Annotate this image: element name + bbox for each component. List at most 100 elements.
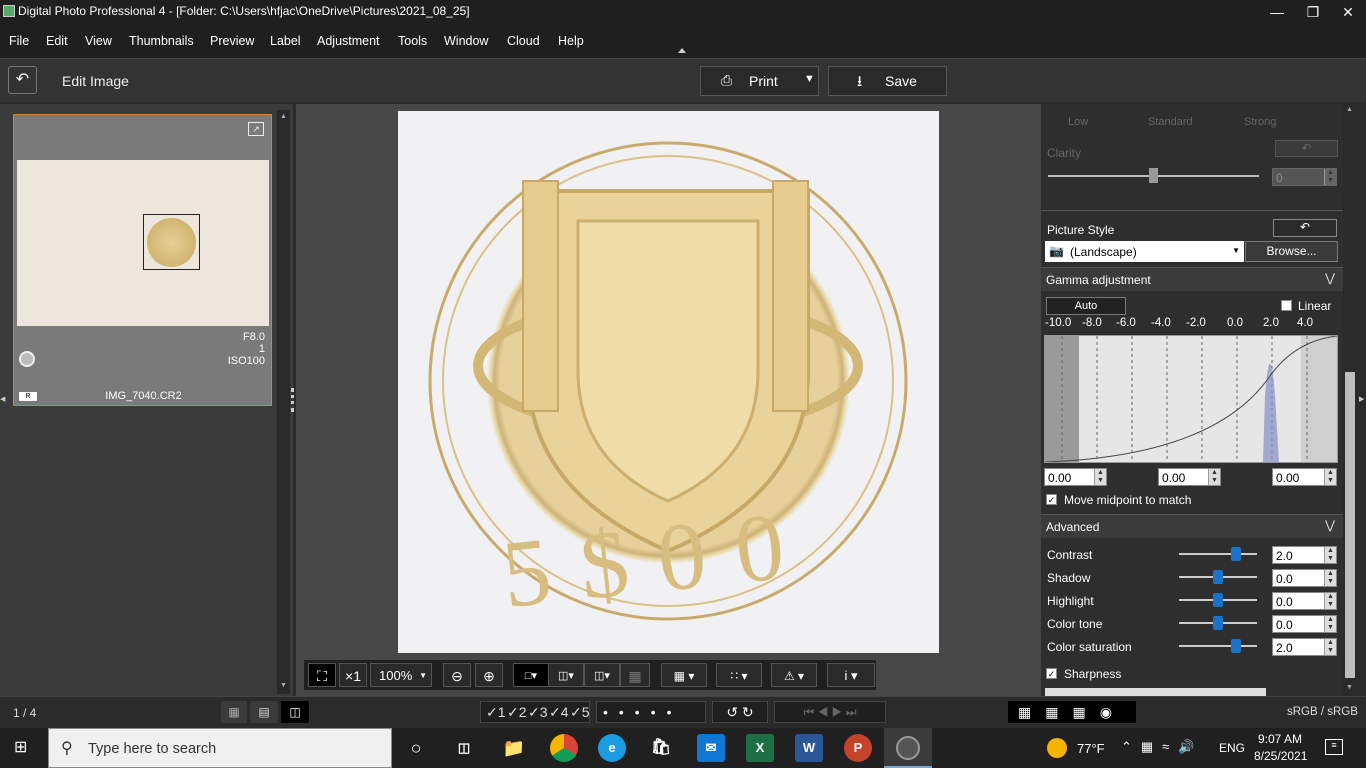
grid-icon[interactable]: ▦ ▾ [661, 663, 707, 687]
powerpoint-icon[interactable]: P [844, 734, 872, 762]
panel-splitter[interactable] [291, 388, 294, 412]
menu-view[interactable]: View [85, 34, 112, 48]
advanced-value-field[interactable]: 2.0 ▲ ▼ [1272, 638, 1337, 656]
picture-style-reset-icon[interactable]: ↶ [1273, 219, 1337, 237]
star-rating-dots[interactable]: ••••• [596, 701, 706, 723]
gamma-auto-button[interactable]: Auto [1046, 297, 1126, 315]
move-midpoint-checkbox[interactable]: ✓ [1046, 494, 1057, 505]
store-icon[interactable]: 🛍 [647, 734, 675, 762]
spinner-arrows-icon[interactable]: ▲ ▼ [1324, 469, 1336, 485]
scroll-down-icon[interactable]: ▼ [1346, 684, 1353, 691]
advanced-slider-knob[interactable] [1230, 547, 1241, 561]
navigation-icons[interactable]: ⏮ ◀ ▶ ⏭ [774, 701, 886, 723]
spinner-arrows-icon[interactable]: ▲ ▼ [1324, 593, 1336, 609]
rating-1[interactable]: ✓1 [486, 704, 506, 721]
palette-scrollbar[interactable]: ▲ ▼ [1343, 104, 1357, 696]
collapse-chevron-icon[interactable]: ⋁ [1325, 271, 1335, 285]
advanced-slider-track[interactable] [1179, 645, 1257, 647]
advanced-slider-knob[interactable] [1213, 593, 1223, 607]
highlight-alert-icon[interactable]: ⚠ ▾ [771, 663, 817, 687]
expand-icon[interactable]: ↗ [248, 122, 264, 136]
single-view-icon[interactable]: □▾ [513, 663, 549, 687]
menu-help[interactable]: Help [558, 34, 584, 48]
thumbnail-scrollbar[interactable]: ▲ ▼ [277, 110, 290, 694]
notifications-icon[interactable]: ≡ [1325, 739, 1343, 755]
panel-left-arrow-icon[interactable]: ◀ [0, 395, 5, 403]
picture-style-select[interactable]: 📷 (Landscape) ▼ [1045, 241, 1244, 262]
af-points-icon[interactable]: ∷ ▾ [716, 663, 762, 687]
sync-view-icon[interactable]: ▦ [620, 663, 650, 687]
spinner-arrows-icon[interactable]: ▲ ▼ [1324, 547, 1336, 563]
scroll-down-icon[interactable]: ▼ [280, 682, 287, 689]
clarity-reset-icon[interactable]: ↶ [1275, 140, 1338, 157]
menu-adjustment[interactable]: Adjustment [317, 34, 380, 48]
edge-icon[interactable]: e [598, 734, 626, 762]
advanced-slider-knob[interactable] [1230, 639, 1241, 653]
advanced-slider-track[interactable] [1179, 553, 1257, 555]
split-view-icon[interactable]: ◫▾ [584, 663, 620, 687]
gamma-black-field[interactable]: 0.00 ▲ ▼ [1044, 468, 1107, 486]
advanced-value-field[interactable]: 0.0 ▲ ▼ [1272, 615, 1337, 633]
spinner-arrows-icon[interactable]: ▲ ▼ [1324, 616, 1336, 632]
task-view-icon[interactable]: ◫ [450, 734, 478, 762]
rotate-icons[interactable]: ↺ ↻ [712, 701, 768, 723]
menu-label[interactable]: Label [270, 34, 301, 48]
advanced-slider-knob[interactable] [1213, 616, 1223, 630]
preview-image[interactable]: 5$00 [398, 111, 939, 653]
list-view-icon[interactable]: ▤ [250, 701, 278, 723]
gamma-white-field[interactable]: 0.00 ▲ ▼ [1272, 468, 1337, 486]
chrome-icon[interactable] [550, 734, 578, 762]
menu-thumbnails[interactable]: Thumbnails [129, 34, 194, 48]
spinner-arrows-icon[interactable]: ▲ ▼ [1324, 169, 1336, 185]
tray-icons[interactable]: ⌃▦≈🔊 [1121, 739, 1204, 755]
gamma-histogram[interactable] [1044, 335, 1338, 463]
word-icon[interactable]: W [795, 734, 823, 762]
spinner-arrows-icon[interactable]: ▲ ▼ [1094, 469, 1106, 485]
collapse-toolbar-icon[interactable] [678, 48, 686, 53]
edit-view-icon[interactable]: ◫ [281, 701, 309, 723]
grid-view-icon[interactable]: ▦ [221, 701, 247, 723]
chevron-down-icon[interactable]: ▼ [419, 664, 427, 688]
windows-start-icon[interactable]: ⊞ [14, 739, 32, 757]
dpp-taskbar-button[interactable] [884, 728, 932, 768]
browse-button[interactable]: Browse... [1245, 241, 1338, 262]
sharpness-checkbox[interactable]: ✓ [1046, 668, 1057, 679]
sharpness-select[interactable] [1045, 688, 1266, 696]
rating-3[interactable]: ✓3 [528, 704, 548, 721]
advanced-value-field[interactable]: 0.0 ▲ ▼ [1272, 592, 1337, 610]
menu-tools[interactable]: Tools [398, 34, 427, 48]
zoom-x1-button[interactable]: ×1 [339, 663, 367, 687]
scroll-up-icon[interactable]: ▲ [1346, 106, 1353, 113]
gamma-mid-field[interactable]: 0.00 ▲ ▼ [1158, 468, 1221, 486]
rating-5[interactable]: ✓5 [570, 704, 590, 721]
zoom-out-icon[interactable]: ⊖ [443, 663, 471, 687]
clarity-slider-knob[interactable] [1149, 168, 1158, 183]
minimize-icon[interactable]: — [1259, 0, 1295, 24]
fit-to-window-icon[interactable]: ⛶ [308, 663, 336, 687]
zoom-select[interactable]: 100% ▼ [370, 663, 432, 687]
info-button[interactable]: i ▾ [827, 663, 875, 687]
chevron-down-icon[interactable]: ▼ [804, 73, 815, 85]
chevron-down-icon[interactable]: ▼ [1232, 246, 1240, 255]
spinner-arrows-icon[interactable]: ▲ ▼ [1208, 469, 1220, 485]
zoom-in-icon[interactable]: ⊕ [475, 663, 503, 687]
compare-view-icon[interactable]: ◫▾ [548, 663, 584, 687]
clarity-value-field[interactable]: 0 ▲ ▼ [1272, 168, 1337, 186]
maximize-icon[interactable]: ❐ [1295, 0, 1331, 24]
advanced-value-field[interactable]: 0.0 ▲ ▼ [1272, 569, 1337, 587]
mail-icon[interactable]: ✉ [697, 734, 725, 762]
menu-window[interactable]: Window [444, 34, 488, 48]
temperature[interactable]: 77°F [1077, 741, 1105, 756]
advanced-slider-knob[interactable] [1213, 570, 1223, 584]
gamma-section-header[interactable]: Gamma adjustment ⋁ [1041, 267, 1343, 291]
clock[interactable]: 9:07 AM 8/25/2021 [1254, 731, 1307, 765]
thumbnail-image[interactable] [17, 160, 269, 326]
menu-edit[interactable]: Edit [46, 34, 68, 48]
rating-4[interactable]: ✓4 [549, 704, 569, 721]
advanced-section-header[interactable]: Advanced ⋁ [1041, 514, 1343, 538]
cortana-icon[interactable]: ○ [402, 734, 430, 762]
taskbar-search-box[interactable]: ⚲ Type here to search [48, 728, 392, 768]
print-button[interactable]: ⎙ Print ▼ [700, 66, 819, 96]
rating-2[interactable]: ✓2 [507, 704, 527, 721]
linear-checkbox[interactable] [1281, 300, 1292, 311]
